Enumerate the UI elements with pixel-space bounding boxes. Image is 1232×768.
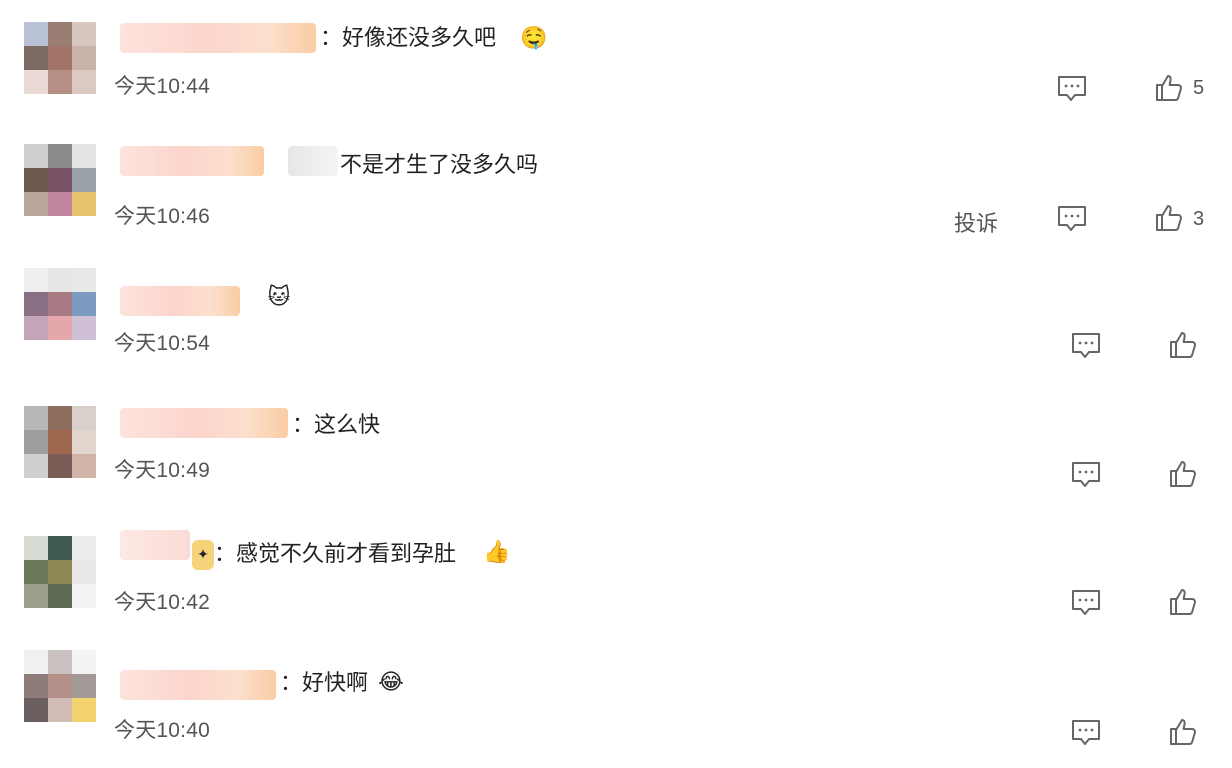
comment-item: 不是才生了没多久吗 今天10:46 投诉 3: [0, 128, 1232, 256]
comment-bubble-icon[interactable]: [1070, 458, 1102, 490]
username[interactable]: [120, 408, 288, 438]
badge-icon: ✦: [192, 540, 214, 570]
username[interactable]: [120, 146, 264, 176]
avatar[interactable]: [24, 406, 96, 478]
comment-bubble-icon[interactable]: [1070, 329, 1102, 361]
avatar[interactable]: [24, 22, 96, 94]
username[interactable]: [120, 286, 240, 316]
comment-text: ：好像还没多久吧: [320, 26, 497, 51]
comment-item: ✦ ：感觉不久前才看到孕肚 👍 今天10:42: [0, 512, 1232, 640]
timestamp: 今天10:54: [114, 332, 210, 355]
emoji-icon: 🤤: [520, 26, 548, 51]
comment-item: ：这么快 今天10:49: [0, 384, 1232, 512]
thumbs-up-emoji-icon: 👍: [483, 540, 511, 565]
comment-text: ：这么快: [292, 413, 381, 438]
comment-text: 不是才生了没多久吗: [340, 153, 539, 178]
thumbs-up-icon[interactable]: [1167, 458, 1199, 490]
avatar[interactable]: [24, 268, 96, 340]
comment-bubble-icon[interactable]: [1056, 72, 1088, 104]
cat-icon: 🐱: [267, 285, 291, 310]
report-link[interactable]: 投诉: [954, 206, 998, 238]
comment-text: ：感觉不久前才看到孕肚: [214, 542, 457, 567]
username[interactable]: [120, 530, 190, 560]
timestamp: 今天10:42: [114, 591, 210, 614]
username-suffix: [288, 146, 338, 176]
comment-item: ：好像还没多久吧 🤤 今天10:44 5: [0, 0, 1232, 128]
comment-item: 🐱 今天10:54: [0, 256, 1232, 384]
like-count: 3: [1193, 208, 1205, 230]
timestamp: 今天10:46: [114, 205, 210, 228]
laughing-crying-icon: 😂: [378, 670, 404, 695]
thumbs-up-icon[interactable]: [1167, 586, 1199, 618]
username[interactable]: [120, 23, 316, 53]
like-count: 5: [1193, 77, 1205, 99]
thumbs-up-icon[interactable]: [1167, 329, 1199, 361]
comment-bubble-icon[interactable]: [1070, 586, 1102, 618]
timestamp: 今天10:44: [114, 75, 210, 98]
thumbs-up-icon[interactable]: [1153, 72, 1185, 104]
avatar[interactable]: [24, 536, 96, 608]
thumbs-up-icon[interactable]: [1153, 202, 1185, 234]
comment-text: ：好快啊: [280, 671, 369, 696]
comment-bubble-icon[interactable]: [1056, 202, 1088, 234]
avatar[interactable]: [24, 144, 96, 216]
thumbs-up-icon[interactable]: [1167, 716, 1199, 748]
timestamp: 今天10:40: [114, 719, 210, 742]
timestamp: 今天10:49: [114, 459, 210, 482]
comment-item: ：好快啊 😂 今天10:40: [0, 640, 1232, 768]
username[interactable]: [120, 670, 276, 700]
comment-bubble-icon[interactable]: [1070, 716, 1102, 748]
avatar[interactable]: [24, 650, 96, 722]
